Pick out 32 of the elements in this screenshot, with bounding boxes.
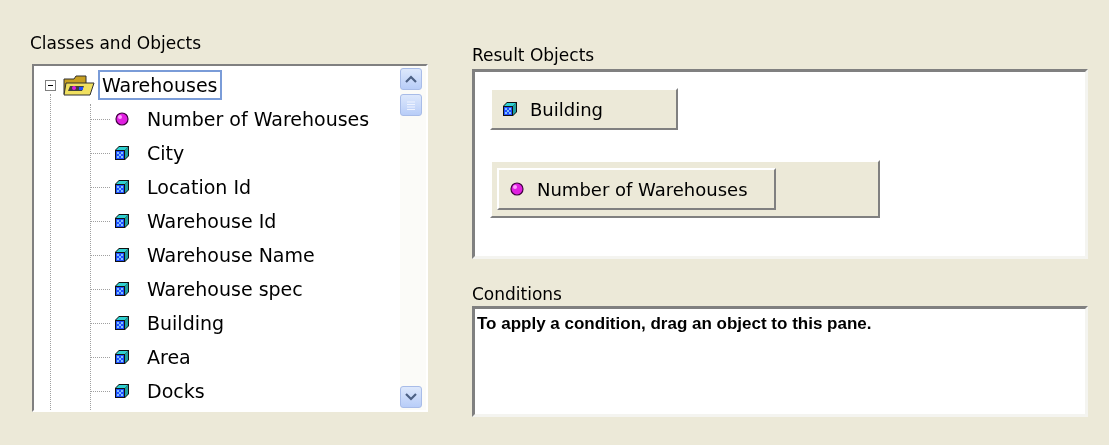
tree-item[interactable]: Warehouse Name bbox=[143, 240, 319, 270]
tree-item[interactable]: Number of Warehouses bbox=[143, 104, 374, 134]
result-object-button[interactable]: Number of Warehouses bbox=[497, 168, 776, 210]
scroll-thumb[interactable] bbox=[400, 94, 422, 116]
folder-icon bbox=[62, 73, 96, 97]
cube-icon bbox=[114, 349, 130, 365]
cube-icon bbox=[114, 315, 130, 331]
cube-icon bbox=[114, 179, 130, 195]
tree-item[interactable]: Location Id bbox=[143, 172, 256, 202]
cube-icon bbox=[114, 145, 130, 161]
measure-icon bbox=[114, 111, 130, 127]
tree-item[interactable]: Building bbox=[143, 308, 229, 338]
tree-item[interactable]: Docks bbox=[143, 376, 209, 406]
tree-item[interactable]: Area bbox=[143, 342, 195, 372]
scroll-up-button[interactable] bbox=[400, 68, 422, 90]
section-label: Conditions bbox=[472, 284, 563, 306]
hint-text: To apply a condition, drag an object to this pane. bbox=[477, 314, 872, 333]
tree-item[interactable]: City bbox=[143, 138, 189, 168]
result-object-button[interactable]: Building bbox=[490, 88, 678, 130]
collapse-toggle[interactable] bbox=[45, 79, 56, 91]
cube-icon bbox=[114, 213, 130, 229]
tree-item[interactable]: Warehouse Id bbox=[143, 206, 281, 236]
measure-icon bbox=[509, 181, 525, 197]
section-label: Classes and Objects bbox=[30, 33, 203, 55]
tree-item[interactable]: Warehouses bbox=[98, 70, 222, 100]
scroll-down-button[interactable] bbox=[400, 386, 422, 408]
cube-icon bbox=[502, 101, 518, 117]
cube-icon bbox=[114, 383, 130, 399]
section-label: Result Objects bbox=[472, 45, 596, 67]
cube-icon bbox=[114, 281, 130, 297]
cube-icon bbox=[114, 247, 130, 263]
tree-item[interactable]: Warehouse spec bbox=[143, 274, 307, 304]
